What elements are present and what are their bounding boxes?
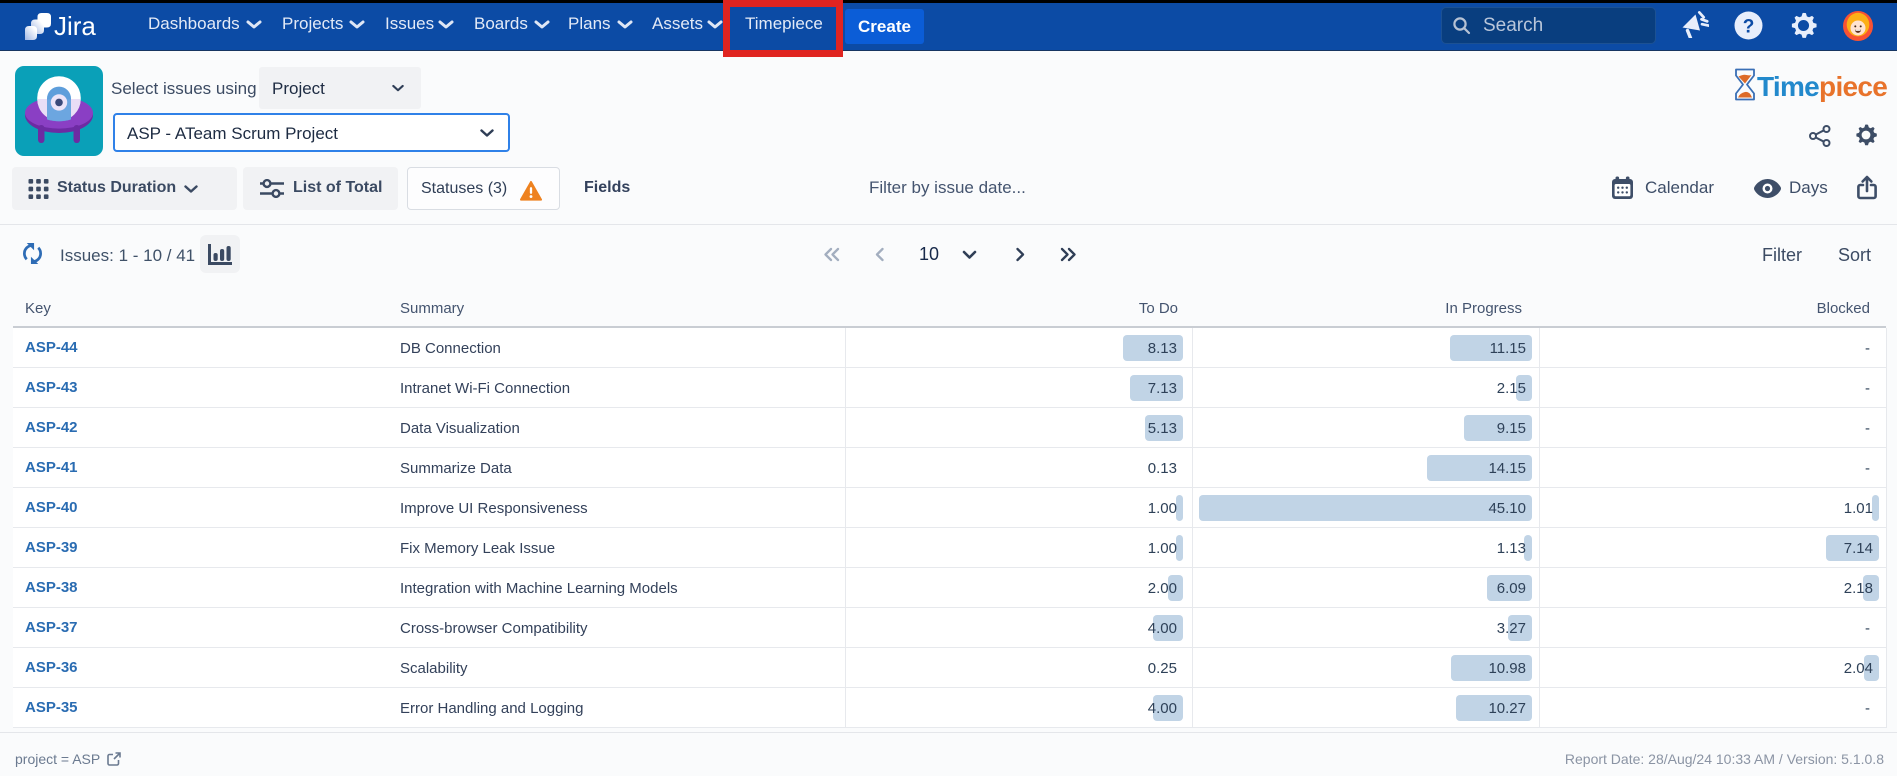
svg-text:?: ? [1743,17,1755,38]
